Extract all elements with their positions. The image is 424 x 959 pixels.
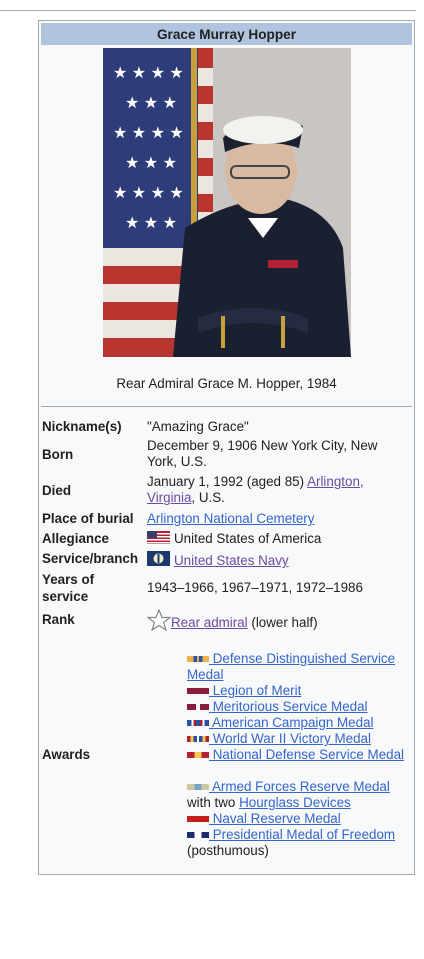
posthumous-note: (posthumous)	[187, 843, 269, 858]
svg-text:★ ★ ★: ★ ★ ★	[125, 95, 177, 112]
rank-label: Rank	[42, 612, 75, 627]
service-label: Service/branch	[42, 551, 139, 566]
allegiance-label: Allegiance	[42, 531, 109, 546]
navy-flag-icon	[147, 551, 170, 566]
award-link[interactable]: Armed Forces Reserve Medal	[209, 779, 390, 794]
svg-text:★ ★ ★: ★ ★ ★	[125, 215, 177, 232]
died-date: January 1, 1992 (aged 85)	[147, 474, 308, 489]
award-item: Legion of Merit	[187, 683, 412, 699]
years-label: Years of service	[42, 572, 95, 604]
svg-text:★ ★ ★ ★: ★ ★ ★ ★	[113, 125, 184, 142]
ddsm-ribbon-icon	[187, 656, 209, 662]
burial-value: Arlington National Cemetery	[147, 511, 409, 527]
award-item: National Defense Service Medal	[187, 747, 412, 763]
rank-value: Rear admiral (lower half)	[146, 608, 409, 632]
section-divider	[0, 10, 416, 11]
years-value: 1943–1966, 1967–1971, 1972–1986	[147, 580, 363, 595]
allegiance-value: United States of America	[147, 531, 409, 547]
us-flag-icon	[147, 531, 170, 544]
award-link[interactable]: Naval Reserve Medal	[209, 811, 341, 826]
award-link[interactable]: Legion of Merit	[209, 683, 302, 698]
rank-link[interactable]: Rear admiral	[171, 615, 248, 630]
naval-reserve-ribbon-icon	[187, 816, 209, 822]
freedom-medal-ribbon-icon	[187, 832, 209, 838]
award-item: World War II Victory Medal	[187, 731, 412, 747]
award-link[interactable]: Defense Distinguished Service Medal	[187, 651, 395, 682]
svg-text:★ ★ ★: ★ ★ ★	[125, 155, 177, 172]
portrait-photo[interactable]: ★ ★ ★ ★ ★ ★ ★ ★ ★ ★ ★ ★ ★ ★ ★ ★ ★ ★ ★ ★ …	[103, 48, 351, 357]
photo-caption: Rear Admiral Grace M. Hopper, 1984	[116, 376, 337, 391]
american-campaign-ribbon-icon	[187, 720, 209, 726]
svg-text:★ ★ ★ ★: ★ ★ ★ ★	[113, 65, 184, 82]
died-label: Died	[42, 483, 72, 498]
svg-text:★ ★ ★ ★: ★ ★ ★ ★	[113, 185, 184, 202]
nickname-value: "Amazing Grace"	[147, 419, 249, 434]
infobox-title: Grace Murray Hopper	[41, 23, 412, 45]
award-link[interactable]: Presidential Medal of Freedom	[209, 827, 395, 842]
award-item: Presidential Medal of Freedom	[187, 827, 412, 843]
nickname-label: Nickname(s)	[42, 419, 122, 434]
award-link[interactable]: Meritorious Service Medal	[209, 699, 368, 714]
hourglass-link[interactable]: Hourglass Devices	[239, 795, 351, 810]
award-link[interactable]: American Campaign Medal	[209, 715, 374, 730]
service-value: United States Navy	[147, 551, 409, 569]
award-item: Armed Forces Reserve Medal	[187, 779, 412, 795]
award-item: Meritorious Service Medal	[187, 699, 412, 715]
award-link[interactable]: National Defense Service Medal	[209, 747, 404, 762]
rank-suffix: (lower half)	[247, 615, 318, 630]
star-icon	[146, 608, 172, 632]
hourglass-line: with two Hourglass Devices	[187, 795, 412, 811]
msm-ribbon-icon	[187, 704, 209, 710]
national-defense-ribbon-icon	[187, 752, 209, 758]
ww2-victory-ribbon-icon	[187, 736, 209, 742]
award-item: Naval Reserve Medal	[187, 811, 412, 827]
with-two-text: with two	[187, 795, 240, 810]
award-item: American Campaign Medal	[187, 715, 412, 731]
allegiance-text: United States of America	[174, 531, 322, 546]
born-value: December 9, 1906 New York City, New York…	[147, 438, 378, 469]
born-label: Born	[42, 447, 74, 462]
afrm-ribbon-icon	[187, 784, 209, 790]
award-item: Defense Distinguished Service Medal	[187, 651, 412, 683]
died-value: January 1, 1992 (aged 85) Arlington, Vir…	[147, 474, 409, 506]
awards-label: Awards	[42, 747, 91, 762]
service-link[interactable]: United States Navy	[174, 553, 289, 568]
caption-divider	[41, 406, 412, 407]
burial-label: Place of burial	[42, 511, 134, 526]
award-link[interactable]: World War II Victory Medal	[209, 731, 371, 746]
legion-merit-ribbon-icon	[187, 688, 209, 694]
infobox: Grace Murray Hopper ★ ★ ★ ★ ★ ★ ★ ★ ★ ★ …	[38, 20, 415, 875]
died-country: , U.S.	[191, 490, 225, 505]
burial-link[interactable]: Arlington National Cemetery	[147, 511, 314, 526]
